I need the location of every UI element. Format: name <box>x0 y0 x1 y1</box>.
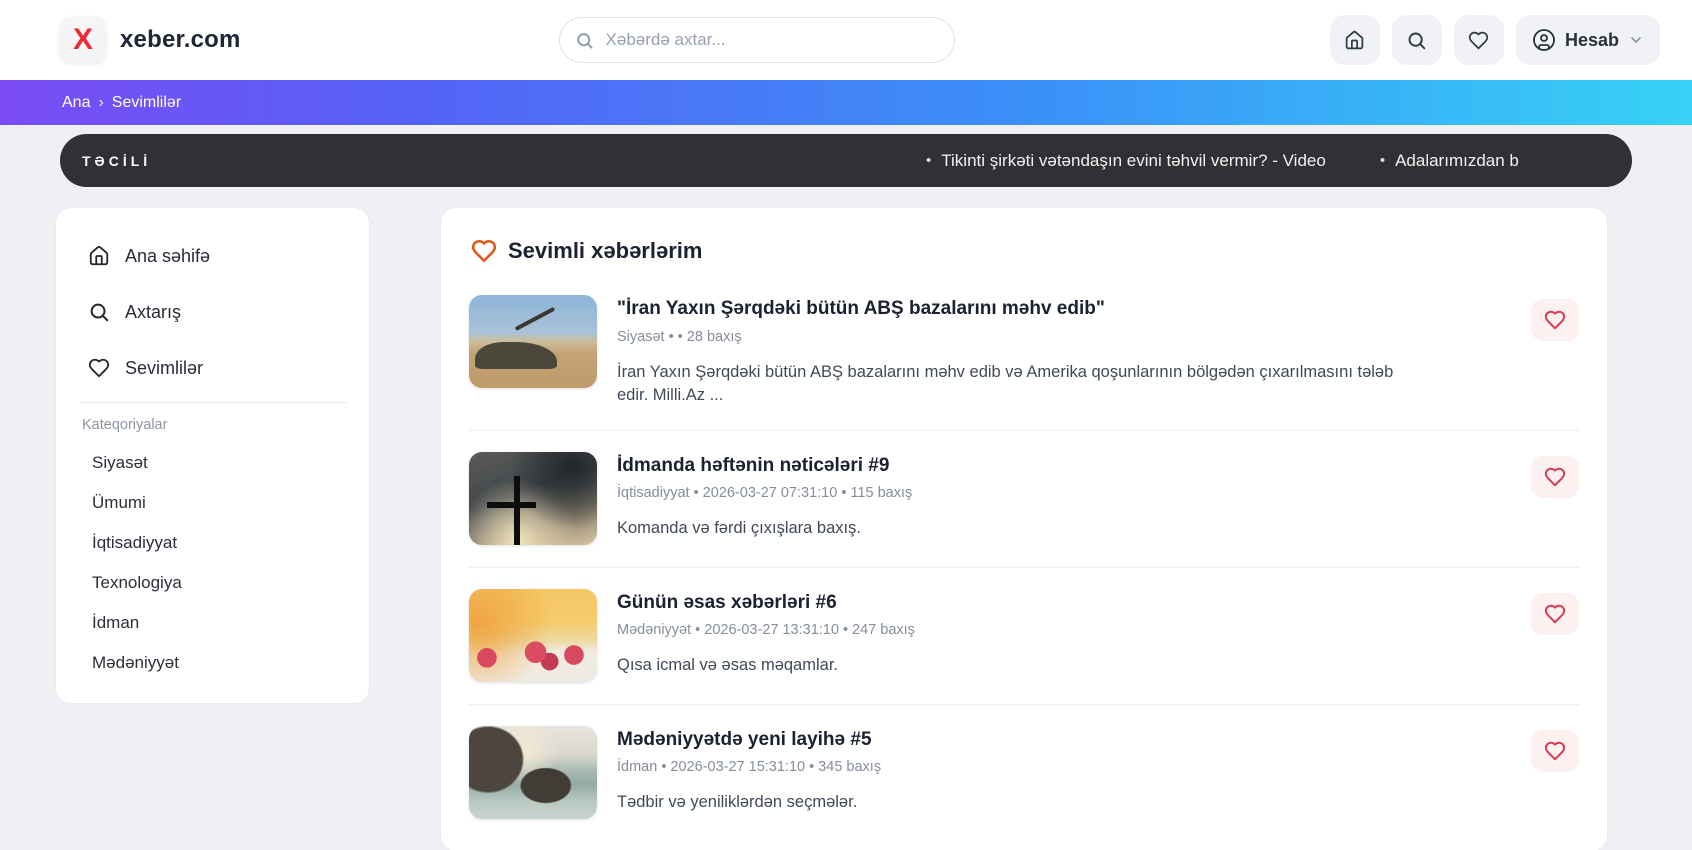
news-thumbnail-tank-desert-image[interactable] <box>469 295 597 388</box>
page-root: X xeber.com <box>0 0 1692 850</box>
search-icon <box>88 301 110 323</box>
news-thumbnail-cross-clouds-image[interactable] <box>469 452 597 545</box>
sidebar-item-search[interactable]: Axtarış <box>80 290 347 334</box>
header-actions: Hesab <box>1330 15 1660 65</box>
news-meta: Siyasət • • 28 baxış <box>617 329 1511 345</box>
sidebar-category-texnologiya[interactable]: Texnologiya <box>80 563 347 603</box>
page-title: Sevimli xəbərlərim <box>508 238 702 264</box>
sidebar-category-idman[interactable]: İdman <box>80 603 347 643</box>
news-title[interactable]: Mədəniyyətdə yeni layihə #5 <box>617 728 1511 752</box>
unfavorite-button[interactable] <box>1531 593 1579 635</box>
site-name: xeber.com <box>120 26 241 54</box>
sidebar-item-label: Sevimlilər <box>125 358 203 379</box>
breadcrumb: Ana › Sevimlilər <box>0 80 1692 125</box>
news-description: Qısa icmal və əsas məqamlar. <box>617 654 1427 677</box>
heart-icon <box>1544 740 1566 762</box>
categories-heading: Kateqoriyalar <box>82 417 347 433</box>
sidebar: Ana səhifə Axtarış Sevimlilər Kateqoriya… <box>55 207 370 704</box>
search-icon <box>575 31 594 50</box>
site-logo[interactable]: X xeber.com <box>60 17 241 63</box>
unfavorite-button[interactable] <box>1531 730 1579 772</box>
news-description: Komanda və fərdi çıxışlara baxış. <box>617 517 1427 540</box>
favorites-button[interactable] <box>1454 15 1504 65</box>
breadcrumb-current: Sevimlilər <box>112 94 181 112</box>
news-description: İran Yaxın Şərqdəki bütün ABŞ bazalarını… <box>617 361 1427 408</box>
sidebar-item-favorites[interactable]: Sevimlilər <box>80 346 347 390</box>
sidebar-divider <box>80 402 347 403</box>
news-body: "İran Yaxın Şərqdəki bütün ABŞ bazaların… <box>617 295 1511 408</box>
header: X xeber.com <box>0 0 1692 80</box>
news-item[interactable]: Mədəniyyətdə yeni layihə #5 İdman • 2026… <box>469 704 1579 841</box>
sidebar-item-label: Ana səhifə <box>125 246 210 267</box>
news-description: Tədbir və yeniliklərdən seçmələr. <box>617 791 1427 814</box>
news-thumbnail-raspberries-image[interactable] <box>469 589 597 682</box>
sidebar-item-home[interactable]: Ana səhifə <box>80 234 347 278</box>
content: Ana səhifə Axtarış Sevimlilər Kateqoriya… <box>0 187 1692 850</box>
ticker-items: • Tikinti şirkəti vətəndaşın evini təhvi… <box>926 134 1519 187</box>
ticker-item[interactable]: • Adalarımızdan b <box>1380 151 1519 171</box>
logo-letter: X <box>73 23 93 57</box>
bullet: • <box>1380 152 1385 169</box>
news-title[interactable]: İdmanda həftənin nəticələri #9 <box>617 454 1511 478</box>
ticker-item-text: Tikinti şirkəti vətəndaşın evini təhvil … <box>941 151 1326 171</box>
search-icon <box>1406 30 1427 51</box>
news-list: "İran Yaxın Şərqdəki bütün ABŞ bazaların… <box>469 274 1579 841</box>
panel-title: Sevimli xəbərlərim <box>471 238 1579 264</box>
news-item[interactable]: "İran Yaxın Şərqdəki bütün ABŞ bazaların… <box>469 274 1579 430</box>
news-body: Mədəniyyətdə yeni layihə #5 İdman • 2026… <box>617 726 1511 819</box>
bullet: • <box>926 152 931 169</box>
chevron-down-icon <box>1628 32 1644 48</box>
news-title[interactable]: Günün əsas xəbərləri #6 <box>617 591 1511 615</box>
sidebar-category-umumi[interactable]: Ümumi <box>80 483 347 523</box>
heart-icon <box>88 357 110 379</box>
account-button[interactable]: Hesab <box>1516 15 1660 65</box>
ticker-row: TƏCİLİ • Tikinti şirkəti vətəndaşın evin… <box>0 125 1692 187</box>
breaking-news-ticker: TƏCİLİ • Tikinti şirkəti vətəndaşın evin… <box>60 134 1632 187</box>
news-meta: İdman • 2026-03-27 15:31:10 • 345 baxış <box>617 759 1511 775</box>
news-meta: Mədəniyyət • 2026-03-27 13:31:10 • 247 b… <box>617 622 1511 638</box>
search-input[interactable] <box>559 17 955 63</box>
breadcrumb-home-link[interactable]: Ana <box>62 94 90 112</box>
news-title[interactable]: "İran Yaxın Şərqdəki bütün ABŞ bazaların… <box>617 297 1511 321</box>
heart-icon <box>1468 30 1489 51</box>
unfavorite-button[interactable] <box>1531 456 1579 498</box>
user-icon <box>1532 28 1556 52</box>
header-search <box>559 17 955 63</box>
heart-icon <box>1544 309 1566 331</box>
ticker-label: TƏCİLİ <box>82 153 151 169</box>
sidebar-category-siyaset[interactable]: Siyasət <box>80 443 347 483</box>
news-thumbnail-sea-rocks-image[interactable] <box>469 726 597 819</box>
search-button[interactable] <box>1392 15 1442 65</box>
ticker-item-text: Adalarımızdan b <box>1395 151 1519 171</box>
ticker-item[interactable]: • Tikinti şirkəti vətəndaşın evini təhvi… <box>926 151 1326 171</box>
home-button[interactable] <box>1330 15 1380 65</box>
news-item[interactable]: Günün əsas xəbərləri #6 Mədəniyyət • 202… <box>469 567 1579 704</box>
account-label: Hesab <box>1565 30 1619 51</box>
sidebar-category-medeniyyet[interactable]: Mədəniyyət <box>80 643 347 683</box>
news-meta: İqtisadiyyat • 2026-03-27 07:31:10 • 115… <box>617 485 1511 501</box>
heart-icon <box>1544 603 1566 625</box>
news-item[interactable]: İdmanda həftənin nəticələri #9 İqtisadiy… <box>469 430 1579 567</box>
breadcrumb-separator: › <box>98 94 103 112</box>
unfavorite-button[interactable] <box>1531 299 1579 341</box>
heart-icon <box>471 238 497 264</box>
home-icon <box>1344 30 1365 51</box>
news-body: İdmanda həftənin nəticələri #9 İqtisadiy… <box>617 452 1511 545</box>
news-body: Günün əsas xəbərləri #6 Mədəniyyət • 202… <box>617 589 1511 682</box>
sidebar-item-label: Axtarış <box>125 302 181 323</box>
favorites-panel: Sevimli xəbərlərim "İran Yaxın Şərqdəki … <box>440 207 1608 850</box>
logo-x-icon: X <box>60 17 106 63</box>
sidebar-category-iqtisadiyyat[interactable]: İqtisadiyyat <box>80 523 347 563</box>
heart-icon <box>1544 466 1566 488</box>
home-icon <box>88 245 110 267</box>
